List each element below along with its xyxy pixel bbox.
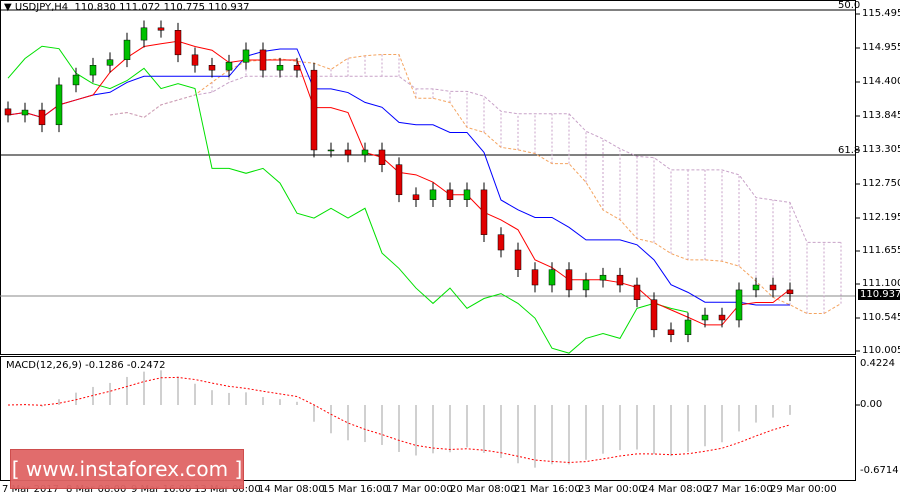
candle [157, 27, 165, 31]
candle [259, 49, 267, 71]
candle [514, 249, 522, 270]
candle [769, 284, 777, 291]
candle [446, 189, 454, 200]
date-label: 29 Mar 00:00 [770, 484, 837, 495]
candle [412, 194, 420, 200]
fib-50-label: 50.0 [838, 0, 861, 11]
price-axis-label: 112.195 [862, 212, 900, 223]
date-label: 23 Mar 00:00 [578, 484, 645, 495]
price-axis-label: 115.495 [862, 8, 900, 19]
candle [531, 269, 539, 286]
date-label: 15 Mar 16:00 [322, 484, 389, 495]
candle [310, 69, 318, 151]
price-chart [0, 0, 860, 481]
candle [667, 329, 675, 335]
symbol: USDJPY,H4 [14, 2, 69, 13]
candle [38, 109, 46, 126]
macd-axis-top: 0.4224 [860, 358, 895, 369]
date-label: 21 Mar 16:00 [514, 484, 581, 495]
price-axis-label: 113.305 [862, 144, 900, 155]
candle [361, 149, 369, 156]
senkou-b-line [109, 75, 841, 243]
candle [565, 269, 573, 291]
candle [701, 314, 709, 321]
candle [72, 74, 80, 86]
instaforex-watermark: [ www.instaforex.com ] [10, 449, 244, 489]
macd-axis-bottom: -0.6714 [860, 465, 899, 476]
candle [718, 314, 726, 321]
candle [89, 65, 97, 76]
candle [106, 59, 114, 66]
price-axis-label: 111.100 [862, 278, 900, 289]
candle [327, 149, 335, 152]
candle [480, 189, 488, 235]
candle [4, 108, 12, 116]
chart-title: ▼ USDJPY,H4 110.830 111.072 110.775 110.… [4, 2, 250, 13]
candle [616, 274, 624, 286]
ohlc-values: 110.830 111.072 110.775 110.937 [74, 2, 250, 13]
candle [582, 279, 590, 291]
candle [684, 319, 692, 335]
candle [395, 164, 403, 196]
macd-axis-zero: 0.00 [860, 399, 883, 410]
price-axis-label: 112.750 [862, 178, 900, 189]
candle [429, 189, 437, 200]
price-axis-label: 111.655 [862, 245, 900, 256]
candle [208, 65, 216, 71]
candle [752, 284, 760, 291]
candle [599, 274, 607, 281]
candle [293, 65, 301, 71]
fib-61-label: 61.8 [838, 145, 861, 156]
candle [191, 54, 199, 66]
candle [463, 189, 471, 200]
candle [242, 49, 250, 63]
price-axis-label: 113.845 [862, 110, 900, 121]
candle [735, 289, 743, 321]
candle [174, 30, 182, 56]
candle [225, 61, 233, 71]
candle [633, 284, 641, 300]
candle [786, 289, 794, 295]
candle [276, 65, 284, 71]
candle [123, 39, 131, 60]
candle [378, 149, 386, 165]
date-label: 24 Mar 08:00 [642, 484, 709, 495]
price-axis-label: 110.545 [862, 312, 900, 323]
current-price-tag: 110.937 [858, 289, 900, 300]
date-label: 17 Mar 00:00 [386, 484, 453, 495]
date-label: 27 Mar 16:00 [706, 484, 773, 495]
price-axis-label: 110.005 [862, 345, 900, 356]
date-label: 20 Mar 08:00 [450, 484, 517, 495]
candle [548, 269, 556, 286]
candle [650, 299, 658, 331]
candle [55, 84, 63, 126]
macd-label: MACD(12,26,9) -0.1286 -0.2472 [6, 360, 166, 371]
date-label: 14 Mar 08:00 [258, 484, 325, 495]
price-axis-label: 114.955 [862, 42, 900, 53]
candle [21, 109, 29, 116]
candle [344, 149, 352, 156]
price-axis-label: 114.400 [862, 76, 900, 87]
candle [140, 27, 148, 41]
candle [497, 234, 505, 251]
